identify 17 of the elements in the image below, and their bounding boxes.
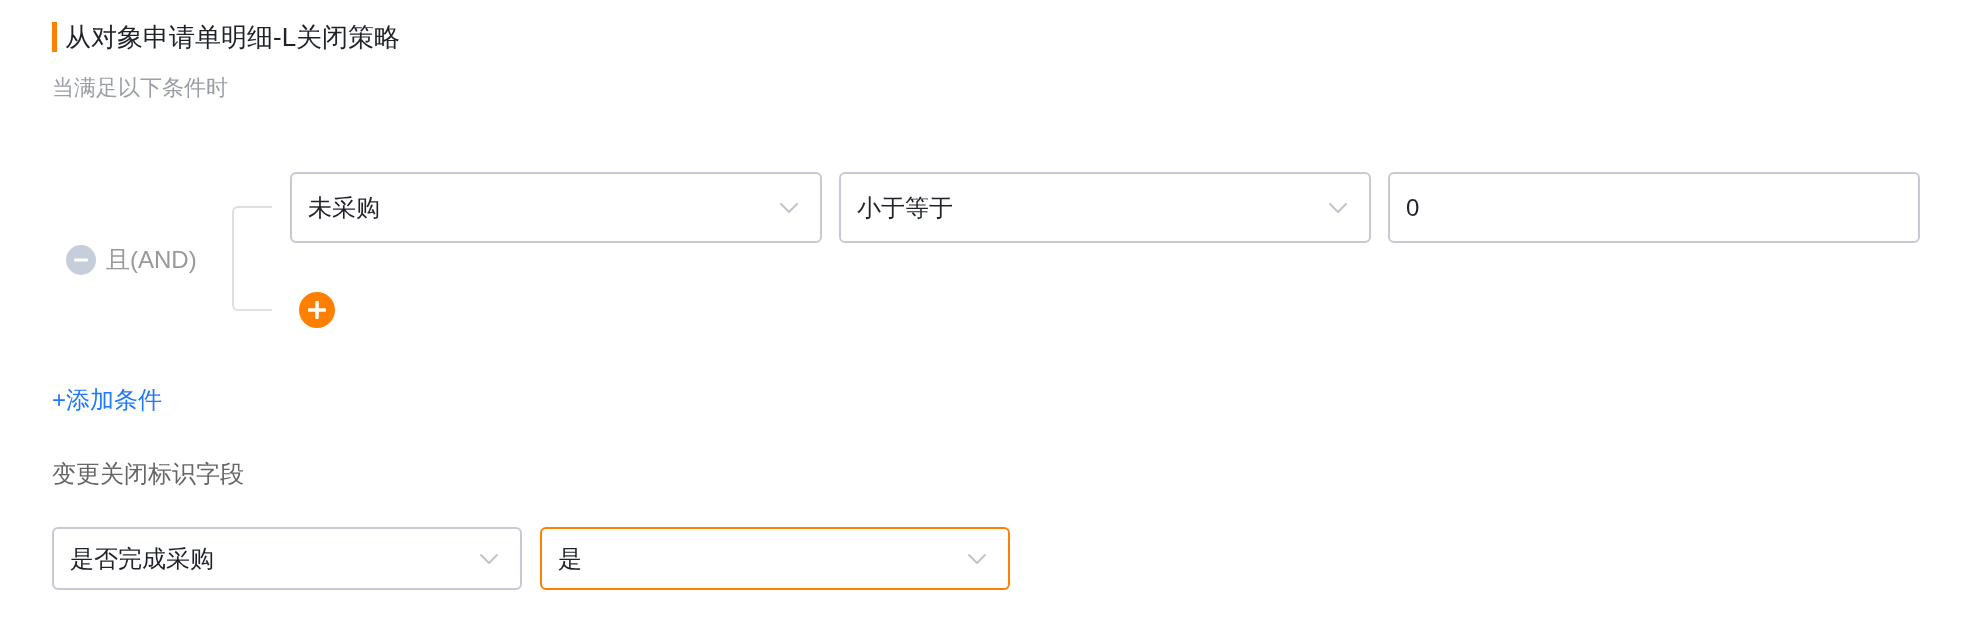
select-field[interactable]: 是否完成采购 [52, 527, 522, 590]
accent-bar [52, 22, 57, 52]
chevron-down-icon [968, 553, 986, 564]
add-condition-link[interactable]: +添加条件 [52, 382, 162, 418]
field-label: 变更关闭标识字段 [52, 459, 244, 489]
logic-label: 且(AND) [106, 245, 197, 275]
input-field[interactable]: 0 [1388, 172, 1920, 243]
minus-circle-icon[interactable] [66, 245, 96, 275]
chevron-down-icon [480, 553, 498, 564]
select-field[interactable]: 小于等于 [839, 172, 1371, 243]
select-field[interactable]: 是 [540, 527, 1010, 590]
section-title: 从对象申请单明细-L关闭策略 [65, 20, 401, 54]
chevron-down-icon [1329, 202, 1347, 213]
chevron-down-icon [780, 202, 798, 213]
section-subtitle: 当满足以下条件时 [52, 74, 228, 102]
select-field[interactable]: 未采购 [290, 172, 822, 243]
plus-circle-icon[interactable] [299, 292, 335, 328]
